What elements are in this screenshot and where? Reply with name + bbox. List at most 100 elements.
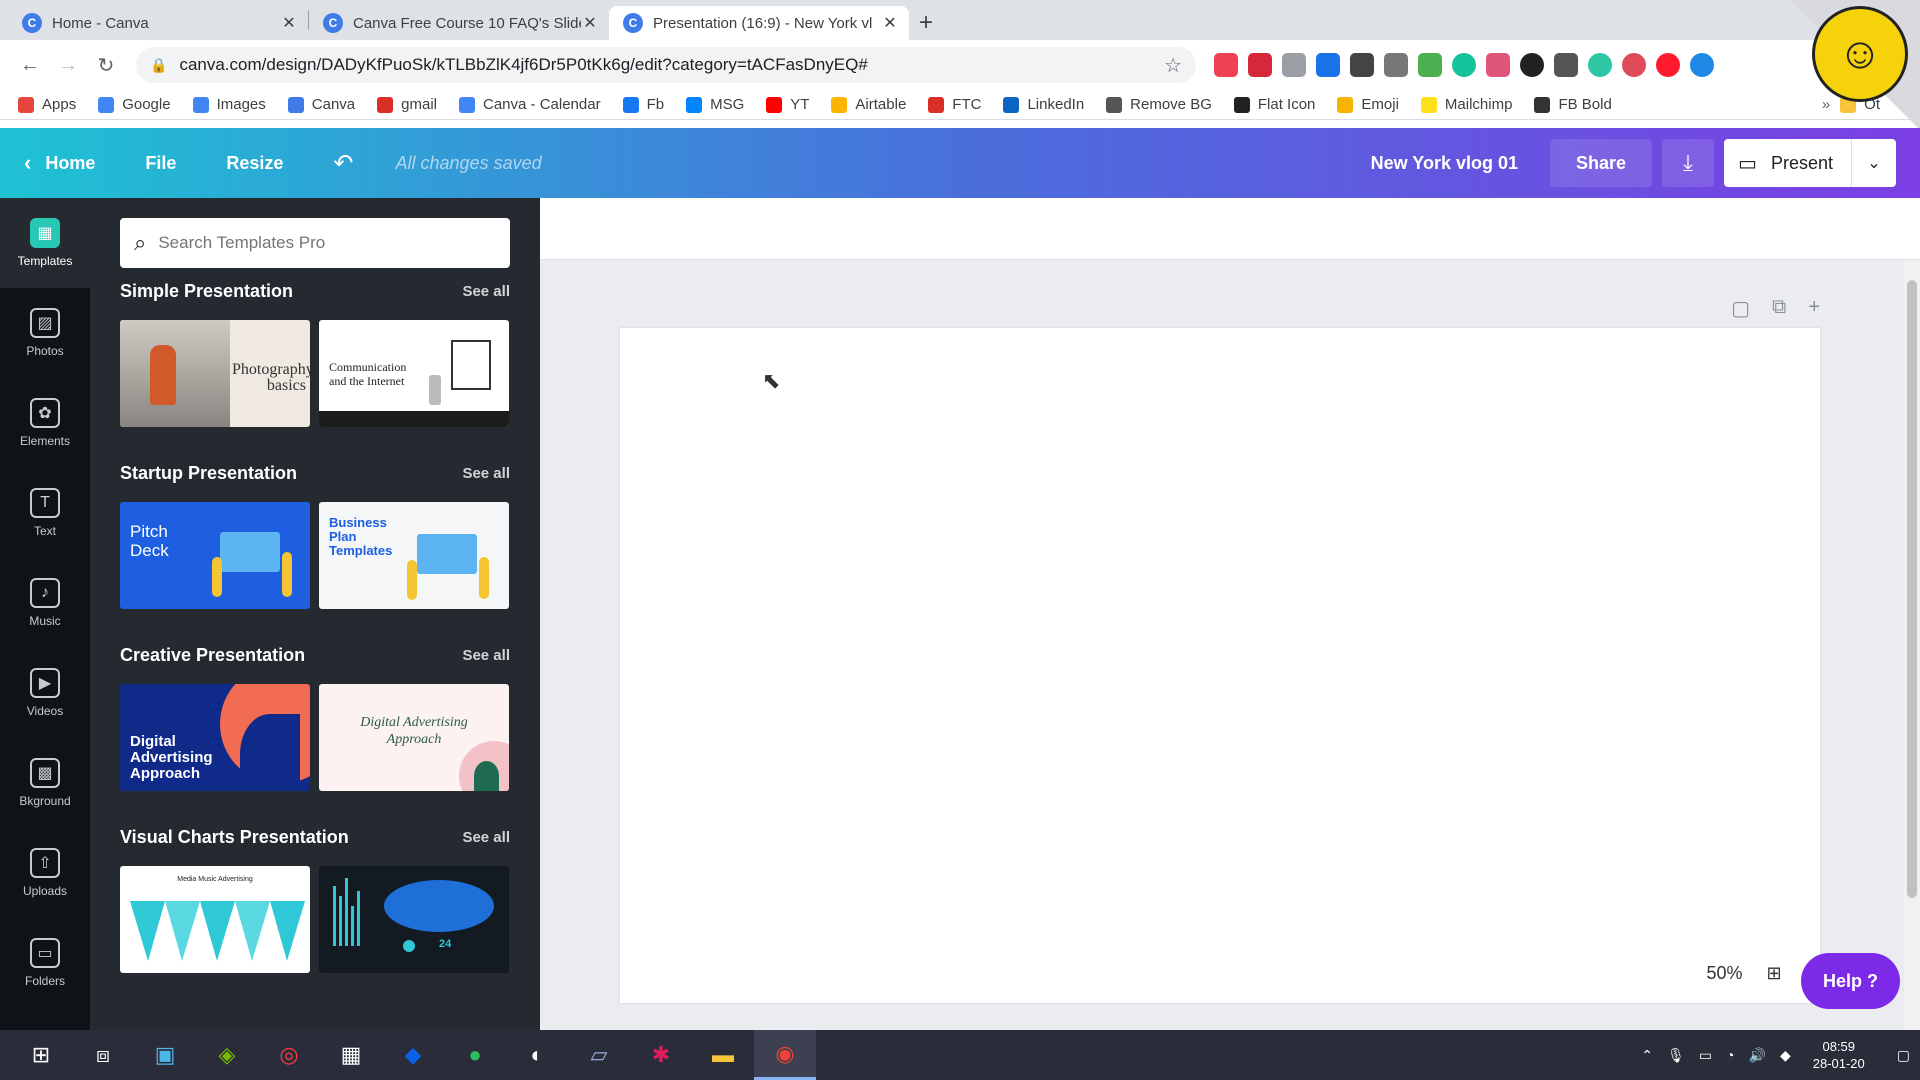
see-all-link[interactable]: See all — [462, 647, 510, 664]
close-icon[interactable]: ✕ — [581, 13, 599, 33]
new-tab-button[interactable]: + — [909, 6, 943, 40]
grammarly-extension-icon[interactable] — [1452, 53, 1476, 77]
bookmark-item[interactable]: YT — [766, 96, 809, 113]
bookmark-item[interactable]: Apps — [18, 96, 76, 113]
desktop-app-icon[interactable]: ▣ — [134, 1030, 196, 1080]
scrollbar-thumb[interactable] — [1907, 280, 1917, 898]
share-button[interactable]: Share — [1550, 139, 1653, 187]
bookmark-item[interactable]: Canva — [287, 96, 355, 113]
file-menu[interactable]: File — [145, 153, 176, 174]
undo-icon[interactable]: ↶ — [333, 149, 353, 178]
bookmark-star-icon[interactable]: ☆ — [1164, 53, 1182, 78]
info-extension-icon[interactable] — [1384, 53, 1408, 77]
help-button[interactable]: Help ? — [1800, 953, 1900, 1009]
back-button[interactable]: ← — [14, 49, 46, 81]
owl-extension-icon[interactable] — [1486, 53, 1510, 77]
vertical-scrollbar[interactable] — [1904, 260, 1920, 1030]
grid-view-icon[interactable]: ⊞ — [1767, 963, 1782, 984]
template-thumbnail[interactable]: 24 — [319, 866, 509, 973]
notes-icon[interactable]: ▢ — [1731, 296, 1750, 321]
template-thumbnail[interactable]: Communication and the Internet — [319, 320, 509, 427]
bookmark-item[interactable]: Remove BG — [1106, 96, 1212, 113]
rail-item-elements[interactable]: ✿ Elements — [0, 378, 90, 468]
video-extension-icon[interactable] — [1248, 53, 1272, 77]
reload-button[interactable]: ↻ — [90, 49, 122, 81]
design-title[interactable]: New York vlog 01 — [1371, 153, 1518, 174]
search-field[interactable]: ⌕ — [120, 218, 510, 268]
hashtag-extension-icon[interactable] — [1350, 53, 1374, 77]
wifi-icon[interactable]: ◔ — [1726, 1047, 1734, 1063]
battery-icon[interactable]: ▭ — [1699, 1047, 1712, 1064]
bookmark-item[interactable]: Emoji — [1337, 96, 1399, 113]
design-page[interactable]: ⬉ — [620, 328, 1820, 1003]
template-thumbnail[interactable]: Digital Advertising Approach — [120, 684, 310, 791]
template-thumbnail[interactable]: Pitch Deck — [120, 502, 310, 609]
template-thumbnail[interactable]: Business Plan Templates — [319, 502, 509, 609]
notes-app-icon[interactable]: ▱ — [568, 1030, 630, 1080]
rail-item-photos[interactable]: ▨ Photos — [0, 288, 90, 378]
see-all-link[interactable]: See all — [462, 465, 510, 482]
forward-button[interactable]: → — [52, 49, 84, 81]
home-button[interactable]: ‹ Home — [24, 150, 95, 176]
dropbox-tray-icon[interactable]: ◆ — [1780, 1047, 1791, 1064]
bookmark-item[interactable]: Fb — [622, 96, 664, 113]
file-explorer-icon[interactable]: ▬ — [692, 1030, 754, 1080]
download-button[interactable]: ⤓ — [1662, 139, 1715, 187]
bookmark-item[interactable]: Canva - Calendar — [459, 96, 601, 113]
loop-extension-icon[interactable] — [1588, 53, 1612, 77]
bookmark-item[interactable]: Mailchimp — [1420, 96, 1512, 113]
opera-extension-icon[interactable] — [1656, 53, 1680, 77]
chrome-icon[interactable]: ◉ — [754, 1030, 816, 1080]
rail-item-music[interactable]: ♪ Music — [0, 558, 90, 648]
url-input[interactable]: 🔒 canva.com/design/DADyKfPuoSk/kTLBbZlK4… — [136, 47, 1196, 83]
windows-start-icon[interactable]: ⊞ — [10, 1030, 72, 1080]
search-input[interactable] — [158, 233, 496, 253]
rail-item-templates[interactable]: ▦ Templates — [0, 198, 90, 288]
facebook-extension-icon[interactable] — [1554, 53, 1578, 77]
k-extension-icon[interactable] — [1520, 53, 1544, 77]
bookmark-item[interactable]: Google — [98, 96, 171, 113]
circle-extension-icon[interactable] — [1690, 53, 1714, 77]
bookmark-item[interactable]: LinkedIn — [1003, 96, 1084, 113]
rail-item-uploads[interactable]: ⇧ Uploads — [0, 828, 90, 918]
obs-icon[interactable]: ◐ — [506, 1030, 568, 1080]
browser-tab-home[interactable]: C Home - Canva ✕ — [8, 6, 308, 40]
rail-item-bkground[interactable]: ▩ Bkground — [0, 738, 90, 828]
see-all-link[interactable]: See all — [462, 829, 510, 846]
cloud-extension-icon[interactable] — [1282, 53, 1306, 77]
pocket-extension-icon[interactable] — [1214, 53, 1238, 77]
image-extension-icon[interactable] — [1418, 53, 1442, 77]
evernote-icon[interactable]: ● — [444, 1030, 506, 1080]
browser-tab-course[interactable]: C Canva Free Course 10 FAQ's Slide ✕ — [309, 6, 609, 40]
browser-tab-presentation[interactable]: C Presentation (16:9) - New York vl ✕ — [609, 6, 909, 40]
present-button[interactable]: ▭ Present — [1724, 139, 1852, 187]
volume-icon[interactable]: 🔊 — [1749, 1047, 1766, 1064]
calculator-icon[interactable]: ▦ — [320, 1030, 382, 1080]
ring-extension-icon[interactable] — [1622, 53, 1646, 77]
slack-icon[interactable]: ✱ — [630, 1030, 692, 1080]
present-options-button[interactable]: ⌄ — [1852, 153, 1896, 173]
zoom-level[interactable]: 50% — [1706, 963, 1742, 984]
bookmark-item[interactable]: FB Bold — [1534, 96, 1612, 113]
bookmark-item[interactable]: gmail — [377, 96, 437, 113]
chevron-up-icon[interactable]: ⌃ — [1641, 1047, 1653, 1064]
see-all-link[interactable]: See all — [462, 283, 510, 300]
bookmark-item[interactable]: MSG — [686, 96, 744, 113]
bookmark-item[interactable]: Airtable — [831, 96, 906, 113]
microphone-icon[interactable]: 🎙 — [1667, 1047, 1685, 1064]
task-view-icon[interactable]: ⧈ — [72, 1030, 134, 1080]
color-picker-extension-icon[interactable] — [1316, 53, 1340, 77]
template-thumbnail[interactable]: Digital Advertising Approach — [319, 684, 509, 791]
template-thumbnail[interactable]: Media Music Advertising — [120, 866, 310, 973]
add-page-icon[interactable]: + — [1808, 296, 1820, 321]
creative-cloud-icon[interactable]: ◎ — [258, 1030, 320, 1080]
rail-item-videos[interactable]: ▶ Videos — [0, 648, 90, 738]
bookmark-item[interactable]: Images — [192, 96, 266, 113]
dropbox-icon[interactable]: ◆ — [382, 1030, 444, 1080]
duplicate-page-icon[interactable]: ⧉ — [1772, 296, 1786, 321]
resize-button[interactable]: Resize — [226, 153, 283, 174]
rail-item-text[interactable]: T Text — [0, 468, 90, 558]
nvidia-icon[interactable]: ◈ — [196, 1030, 258, 1080]
system-clock[interactable]: 08:59 28-01-20 — [1813, 1038, 1865, 1072]
bookmark-item[interactable]: FTC — [928, 96, 981, 113]
